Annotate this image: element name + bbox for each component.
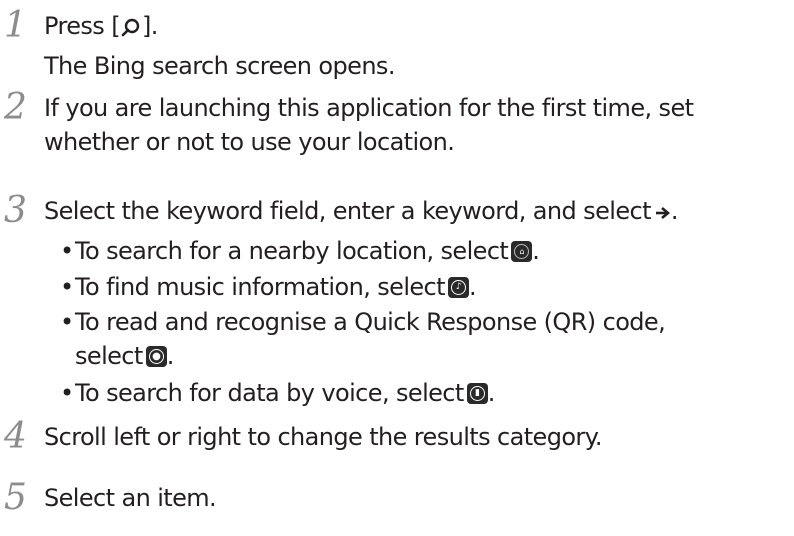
- bullet-marker: •: [60, 308, 75, 336]
- bullet-text: To search for data by voice, select ▮.: [75, 381, 495, 405]
- bullet-text: To find music information, select ♪.: [75, 273, 477, 301]
- step-text: The Bing search screen opens.: [44, 52, 395, 80]
- step-number: 2: [4, 87, 27, 128]
- bullet-text: To search for a nearby location, select ⌂…: [75, 237, 540, 265]
- music-icon: ♪: [447, 277, 469, 298]
- step-text: Press [].: [44, 14, 158, 41]
- qr-eye-icon: ●: [145, 346, 167, 367]
- bullet-text-part: .: [487, 379, 496, 407]
- bullet-text-part: To search for data by voice, select: [75, 379, 464, 407]
- location-icon: ⌂: [511, 241, 533, 262]
- step-text: If you are launching this application fo…: [44, 94, 694, 122]
- bullet-text-part: .: [468, 273, 477, 301]
- step-text-part: Select the keyword field, enter a keywor…: [44, 197, 652, 225]
- bullet-text-part: select: [75, 342, 143, 370]
- search-icon: [121, 17, 141, 41]
- step-number: 1: [4, 5, 27, 46]
- step-text: Select an item.: [44, 484, 217, 512]
- step-text: Scroll left or right to change the resul…: [44, 423, 603, 451]
- microphone-icon: ▮: [466, 383, 488, 404]
- step-text: whether or not to use your location.: [44, 128, 455, 156]
- step-text-part: Press [: [44, 12, 121, 40]
- bullet-text: To read and recognise a Quick Response (…: [75, 308, 666, 336]
- step-text: Select the keyword field, enter a keywor…: [44, 197, 679, 225]
- bullet-text-part: .: [166, 342, 175, 370]
- bullet-marker: •: [60, 237, 75, 265]
- step-text-part: .: [670, 197, 679, 225]
- step-text-part: ].: [141, 12, 158, 40]
- bullet-text-part: To find music information, select: [75, 273, 446, 301]
- bullet-text-part: To search for a nearby location, select: [75, 237, 509, 265]
- bullet-text-part: .: [532, 237, 540, 265]
- step-number: 5: [4, 477, 27, 518]
- bullet-text: select ●.: [75, 344, 174, 368]
- arrow-right-icon: [655, 202, 671, 222]
- bullet-marker: •: [60, 273, 75, 301]
- step-number: 4: [4, 416, 27, 457]
- bullet-marker: •: [60, 379, 75, 407]
- step-number: 3: [4, 190, 27, 231]
